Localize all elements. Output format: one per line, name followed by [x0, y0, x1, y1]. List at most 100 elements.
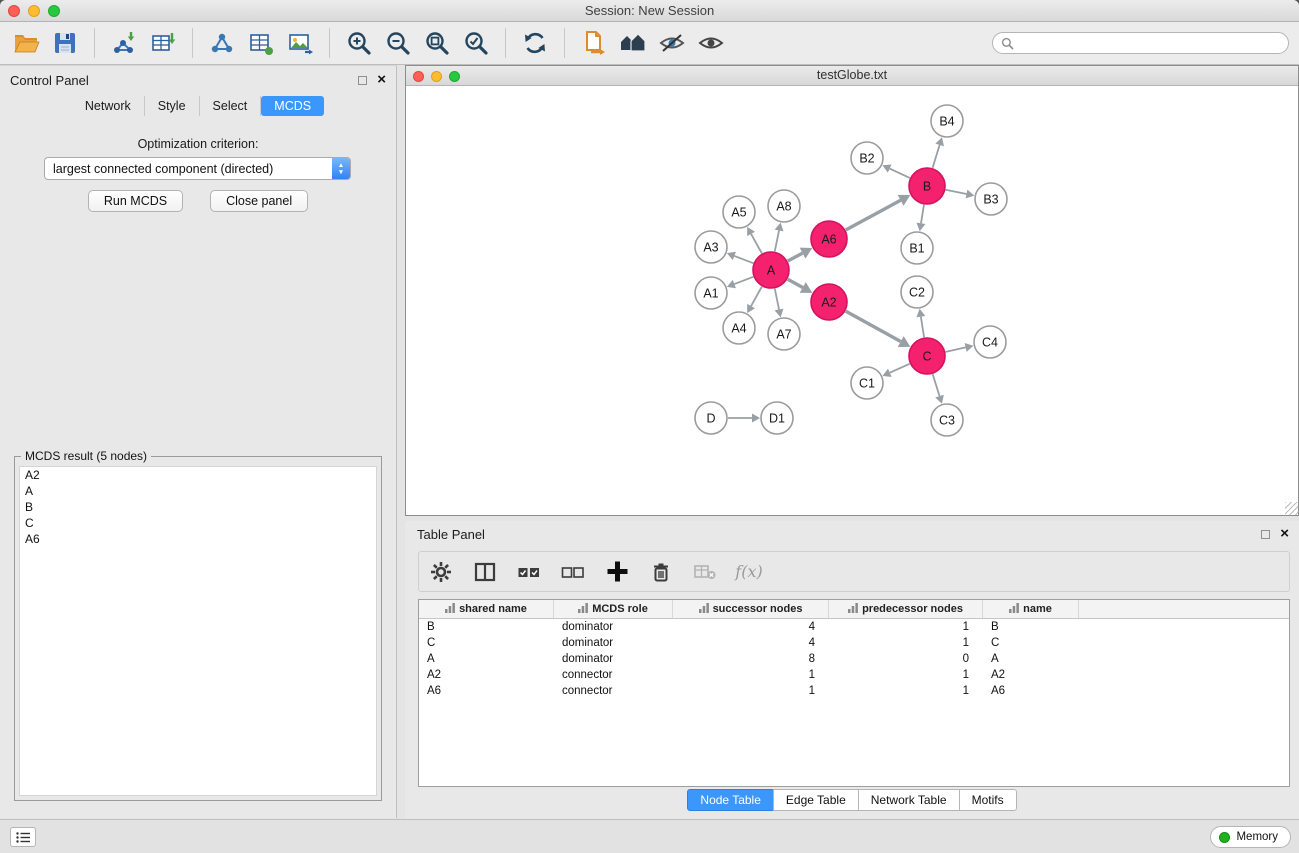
node-D[interactable]: D	[695, 402, 727, 434]
column-header-predecessor-nodes[interactable]: predecessor nodes	[829, 600, 983, 618]
tab-style[interactable]: Style	[145, 96, 200, 116]
zoom-out-button[interactable]	[382, 27, 414, 59]
refresh-button[interactable]	[519, 27, 551, 59]
edge-A-A2[interactable]	[788, 279, 803, 287]
float-panel-icon[interactable]	[358, 76, 367, 85]
import-table-button[interactable]	[147, 27, 179, 59]
mcds-result-list[interactable]: A2ABCA6	[19, 466, 377, 796]
edge-B-B1[interactable]	[921, 205, 924, 224]
result-item[interactable]: A6	[20, 531, 376, 547]
node-A8[interactable]: A8	[768, 190, 800, 222]
search-field[interactable]	[992, 32, 1289, 54]
node-C[interactable]: C	[909, 338, 945, 374]
resize-grip[interactable]	[1285, 502, 1298, 515]
function-builder-button[interactable]: f(x)	[735, 558, 763, 586]
home-networks-button[interactable]	[617, 27, 649, 59]
show-details-button[interactable]	[695, 27, 727, 59]
node-A5[interactable]: A5	[723, 196, 755, 228]
edge-C-C3[interactable]	[933, 374, 940, 396]
node-A[interactable]: A	[753, 252, 789, 288]
column-header-name[interactable]: name	[983, 600, 1079, 618]
node-A3[interactable]: A3	[695, 231, 727, 263]
node-table[interactable]: shared nameMCDS rolesuccessor nodesprede…	[418, 599, 1290, 787]
network-window-titlebar[interactable]: testGlobe.txt	[406, 66, 1298, 86]
result-item[interactable]: C	[20, 515, 376, 531]
close-panel-icon[interactable]: ×	[377, 75, 386, 85]
close-table-panel-icon[interactable]: ×	[1280, 529, 1289, 539]
add-column-button[interactable]	[603, 558, 631, 586]
result-item[interactable]: A	[20, 483, 376, 499]
memory-button[interactable]: Memory	[1210, 826, 1291, 848]
edge-B-B4[interactable]	[933, 145, 940, 168]
delete-column-button[interactable]	[647, 558, 675, 586]
table-settings-button[interactable]	[427, 558, 455, 586]
network-table-button[interactable]	[245, 27, 277, 59]
edge-A-A1[interactable]	[734, 277, 753, 284]
tab-edge-table[interactable]: Edge Table	[773, 789, 859, 811]
task-history-button[interactable]	[10, 827, 36, 847]
criterion-dropdown[interactable]: largest connected component (directed) ▲…	[44, 157, 351, 180]
network-share-button[interactable]	[206, 27, 238, 59]
node-A4[interactable]: A4	[723, 312, 755, 344]
edge-C-C2[interactable]	[921, 317, 924, 338]
minimize-network-window-button[interactable]	[431, 71, 442, 82]
copy-view-button[interactable]	[578, 27, 610, 59]
column-header-successor-nodes[interactable]: successor nodes	[673, 600, 829, 618]
node-A7[interactable]: A7	[768, 318, 800, 350]
minimize-window-button[interactable]	[28, 5, 40, 17]
node-C4[interactable]: C4	[974, 326, 1006, 358]
node-A2[interactable]: A2	[811, 284, 847, 320]
node-C2[interactable]: C2	[901, 276, 933, 308]
node-B2[interactable]: B2	[851, 142, 883, 174]
import-network-button[interactable]	[108, 27, 140, 59]
tab-motifs[interactable]: Motifs	[959, 789, 1017, 811]
zoom-network-window-button[interactable]	[449, 71, 460, 82]
column-header-shared-name[interactable]: shared name	[419, 600, 554, 618]
export-image-button[interactable]	[284, 27, 316, 59]
tab-network-table[interactable]: Network Table	[858, 789, 960, 811]
table-row[interactable]: Adominator80A	[419, 651, 1289, 667]
column-header-MCDS-role[interactable]: MCDS role	[554, 600, 673, 618]
tab-network[interactable]: Network	[72, 96, 145, 116]
search-input[interactable]	[1019, 36, 1280, 50]
close-window-button[interactable]	[8, 5, 20, 17]
run-mcds-button[interactable]: Run MCDS	[88, 190, 183, 212]
node-B4[interactable]: B4	[931, 105, 963, 137]
table-row[interactable]: Bdominator41B	[419, 619, 1289, 635]
tab-mcds[interactable]: MCDS	[261, 96, 324, 116]
edge-A-A6[interactable]	[788, 253, 803, 261]
node-B1[interactable]: B1	[901, 232, 933, 264]
float-table-panel-icon[interactable]	[1261, 530, 1270, 539]
zoom-selected-button[interactable]	[460, 27, 492, 59]
delete-table-button[interactable]	[691, 558, 719, 586]
show-columns-button[interactable]	[471, 558, 499, 586]
zoom-fit-button[interactable]	[421, 27, 453, 59]
edge-B-B3[interactable]	[946, 190, 967, 194]
table-row[interactable]: A6connector11A6	[419, 683, 1289, 699]
result-item[interactable]: B	[20, 499, 376, 515]
close-network-window-button[interactable]	[413, 71, 424, 82]
edge-A-A4[interactable]	[751, 287, 762, 306]
edge-A-A8[interactable]	[775, 230, 779, 251]
node-A6[interactable]: A6	[811, 221, 847, 257]
tab-node-table[interactable]: Node Table	[687, 789, 774, 811]
network-canvas[interactable]: B4B2BB3B1A5A8A6A3AA1A4A7A2C2C1CC4C3DD1	[406, 86, 1298, 515]
close-panel-button[interactable]: Close panel	[210, 190, 308, 212]
edge-B-B2[interactable]	[890, 169, 910, 178]
table-row[interactable]: A2connector11A2	[419, 667, 1289, 683]
fullscreen-window-button[interactable]	[48, 5, 60, 17]
tab-select[interactable]: Select	[200, 96, 262, 116]
node-B[interactable]: B	[909, 168, 945, 204]
open-file-button[interactable]	[10, 27, 42, 59]
node-C3[interactable]: C3	[931, 404, 963, 436]
edge-A2-C[interactable]	[846, 311, 901, 341]
node-C1[interactable]: C1	[851, 367, 883, 399]
node-B3[interactable]: B3	[975, 183, 1007, 215]
deselect-all-button[interactable]	[559, 558, 587, 586]
node-A1[interactable]: A1	[695, 277, 727, 309]
edge-C-C1[interactable]	[890, 364, 910, 373]
edge-A-A3[interactable]	[734, 256, 753, 263]
edge-A-A5[interactable]	[751, 234, 762, 253]
save-session-button[interactable]	[49, 27, 81, 59]
titlebar[interactable]: Session: New Session	[0, 0, 1299, 22]
